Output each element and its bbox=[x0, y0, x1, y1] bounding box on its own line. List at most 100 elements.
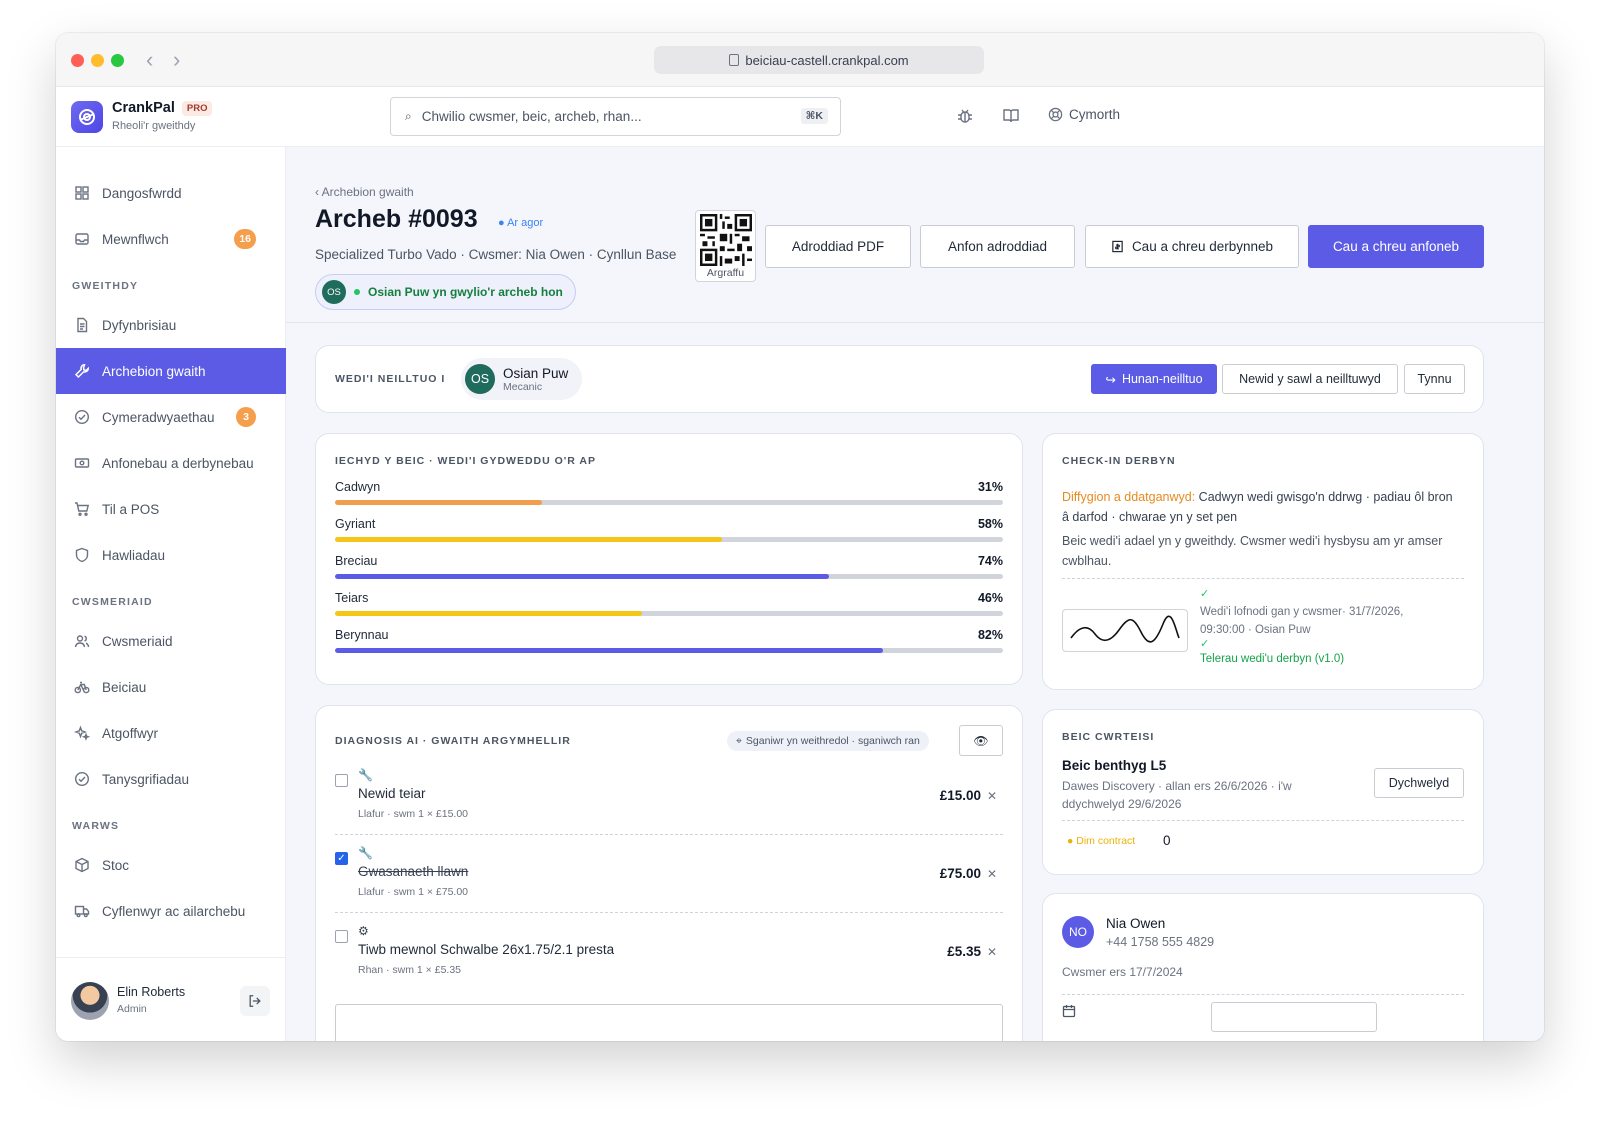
health-value: 74% bbox=[977, 554, 1003, 568]
sidebar-item-stock[interactable]: Stoc bbox=[56, 842, 286, 888]
line-checkbox[interactable] bbox=[335, 774, 348, 787]
health-bar bbox=[335, 537, 1003, 542]
remove-line-icon[interactable]: ✕ bbox=[987, 945, 997, 959]
close-receipt-button[interactable]: Cau a chreu derbynneb bbox=[1085, 225, 1299, 268]
line-meta: Llafur · swm 1 × £75.00 bbox=[358, 886, 469, 898]
plan-badge: PRO bbox=[181, 100, 213, 116]
health-bar-fill bbox=[335, 500, 543, 505]
shield-icon bbox=[75, 547, 89, 563]
toggle-visibility-button[interactable]: 👁 bbox=[959, 725, 1003, 756]
terms-accepted: Telerau wedi'u derbyn (v1.0) bbox=[1200, 653, 1345, 665]
checkin-label: CHECK-IN DERBYN bbox=[1062, 455, 1176, 467]
customer-name[interactable]: Nia Owen bbox=[1106, 916, 1165, 931]
customer-avatar: NO bbox=[1062, 916, 1094, 948]
health-row: Teiars 46% bbox=[335, 591, 1003, 621]
remove-line-icon[interactable]: ✕ bbox=[987, 789, 997, 803]
dashboard-icon bbox=[75, 186, 89, 200]
pdf-report-button[interactable]: Adroddiad PDF bbox=[765, 225, 911, 268]
checkin-card: CHECK-IN DERBYN Diffygion a ddatganwyd: … bbox=[1042, 433, 1484, 690]
minimize-window-button[interactable] bbox=[91, 54, 104, 67]
health-bar-fill bbox=[335, 574, 830, 579]
customer-card: NO Nia Owen +44 1758 555 4829 Cwsmer ers… bbox=[1042, 893, 1484, 1041]
loaner-description: Dawes Discovery · allan ers 26/6/2026 · … bbox=[1062, 779, 1292, 811]
unassign-button[interactable]: Tynnu bbox=[1404, 364, 1465, 394]
search-shortcut: ⌘K bbox=[800, 108, 828, 124]
health-bar bbox=[335, 611, 1003, 616]
sidebar-item-subscriptions[interactable]: Tanysgrifiadau bbox=[56, 756, 286, 802]
crankpal-logo-icon[interactable] bbox=[71, 101, 103, 133]
sidebar-item-bikes[interactable]: Beiciau bbox=[56, 664, 286, 710]
sidebar-item-approvals[interactable]: Cymeradwyaethau 3 bbox=[56, 394, 286, 440]
line-checkbox[interactable]: ✓ bbox=[335, 852, 348, 865]
customer-signature[interactable] bbox=[1062, 609, 1188, 652]
divider bbox=[1062, 994, 1464, 995]
sidebar-item-pos[interactable]: Til a POS bbox=[56, 486, 286, 532]
remove-line-icon[interactable]: ✕ bbox=[987, 867, 997, 881]
wrench-icon: 🔧 bbox=[358, 846, 373, 860]
sidebar-item-work-orders[interactable]: Archebion gwaith bbox=[56, 348, 286, 394]
sidebar: Dangosfwrdd Mewnflwch 16 GWEITHDY Dyfynb… bbox=[56, 147, 286, 1041]
sidebar-item-reminders[interactable]: Atgoffwyr bbox=[56, 710, 286, 756]
bug-icon[interactable] bbox=[956, 107, 974, 130]
date-select[interactable] bbox=[1211, 1002, 1377, 1032]
forward-arrow-icon[interactable]: › bbox=[173, 47, 180, 73]
logout-icon bbox=[249, 995, 261, 1007]
ai-diagnosis-card: DIAGNOSIS AI · GWAITH ARGYMHELLIR ⌖ Sgan… bbox=[315, 705, 1023, 1041]
add-line-input[interactable] bbox=[335, 1004, 1003, 1041]
contract-count: 0 bbox=[1163, 833, 1171, 848]
customer-since: Cwsmer ers 17/7/2024 bbox=[1062, 965, 1183, 979]
close-invoice-button[interactable]: Cau a chreu anfoneb bbox=[1308, 225, 1484, 268]
sidebar-item-dashboard[interactable]: Dangosfwrdd bbox=[56, 170, 286, 216]
close-window-button[interactable] bbox=[71, 54, 84, 67]
divider bbox=[335, 912, 1003, 913]
assignee-chip[interactable]: OS Osian Puw Mecanic bbox=[461, 358, 583, 400]
loaner-bike-card: BEIC CWRTEISI Beic benthyg L5 Dawes Disc… bbox=[1042, 709, 1484, 875]
scanner-status[interactable]: ⌖ Sganiwr yn weithredol · sganiwch ran bbox=[727, 731, 929, 751]
logout-button[interactable] bbox=[240, 986, 270, 1016]
bike-icon bbox=[74, 681, 90, 694]
sidebar-item-suppliers[interactable]: Cyflenwyr ac ailarchebu bbox=[56, 888, 286, 934]
divider bbox=[1062, 578, 1464, 579]
ai-diagnosis-label: DIAGNOSIS AI · GWAITH ARGYMHELLIR bbox=[335, 735, 571, 747]
bike-health-card: IECHYD Y BEIC · WEDI'I GYDWEDDU O'R AP C… bbox=[315, 433, 1023, 685]
maximize-window-button[interactable] bbox=[111, 54, 124, 67]
line-checkbox[interactable] bbox=[335, 930, 348, 943]
return-loaner-button[interactable]: Dychwelyd bbox=[1374, 768, 1464, 798]
breadcrumb[interactable]: ‹ Archebion gwaith bbox=[315, 185, 414, 199]
help-link[interactable]: Cymorth bbox=[1048, 107, 1120, 122]
self-assign-button[interactable]: ↪ Hunan-neilltuo bbox=[1091, 364, 1217, 394]
check-icon: ✓ bbox=[1200, 638, 1210, 650]
line-price: £15.00 bbox=[939, 788, 981, 803]
users-icon bbox=[74, 635, 90, 648]
address-bar[interactable]: beiciau-castell.crankpal.com bbox=[654, 46, 984, 74]
back-arrow-icon[interactable]: ‹ bbox=[146, 47, 153, 73]
global-search-input[interactable]: ⌕ Chwilio cwsmer, beic, archeb, rhan... … bbox=[390, 97, 841, 136]
sidebar-item-quotes[interactable]: Dyfynbrisiau bbox=[56, 302, 286, 348]
section-customers: CWSMERIAID bbox=[72, 596, 153, 608]
online-dot bbox=[354, 289, 360, 295]
cart-icon bbox=[75, 502, 90, 517]
sparkle-icon bbox=[74, 725, 90, 741]
avatar[interactable] bbox=[71, 982, 109, 1020]
send-report-button[interactable]: Anfon adroddiad bbox=[920, 225, 1075, 268]
customer-phone[interactable]: +44 1758 555 4829 bbox=[1106, 935, 1214, 949]
sidebar-item-inbox[interactable]: Mewnflwch 16 bbox=[56, 216, 286, 262]
line-meta: Rhan · swm 1 × £5.35 bbox=[358, 964, 462, 976]
eye-icon: 👁 bbox=[973, 733, 989, 748]
app-subtitle: Rheoli'r gweithdy bbox=[112, 120, 196, 132]
approvals-count-badge: 3 bbox=[236, 407, 256, 427]
book-icon[interactable] bbox=[1002, 107, 1020, 130]
sidebar-item-invoices[interactable]: Anfonebau a derbynebau bbox=[56, 440, 286, 486]
change-assignees-button[interactable]: Newid y sawl a neilltuwyd bbox=[1222, 364, 1398, 394]
box-icon bbox=[75, 857, 89, 873]
inbox-count-badge: 16 bbox=[234, 229, 256, 249]
assignee-role: Mecanic bbox=[503, 380, 543, 393]
diagnosis-line-item: 🔧 Newid teiar Llafur · swm 1 × £15.00 £15.0… bbox=[335, 768, 1003, 834]
receipt-icon bbox=[1112, 240, 1123, 253]
sidebar-item-claims[interactable]: Hawliadau bbox=[56, 532, 286, 578]
sidebar-item-customers[interactable]: Cwsmeriaid bbox=[56, 618, 286, 664]
print-qr-button[interactable]: Argraffu bbox=[695, 210, 756, 282]
order-subtitle: Specialized Turbo Vado · Cwsmer: Nia Owe… bbox=[315, 247, 677, 262]
app-topbar: CrankPal PRO Rheoli'r gweithdy ⌕ Chwilio… bbox=[56, 87, 1544, 147]
health-value: 31% bbox=[977, 480, 1003, 494]
